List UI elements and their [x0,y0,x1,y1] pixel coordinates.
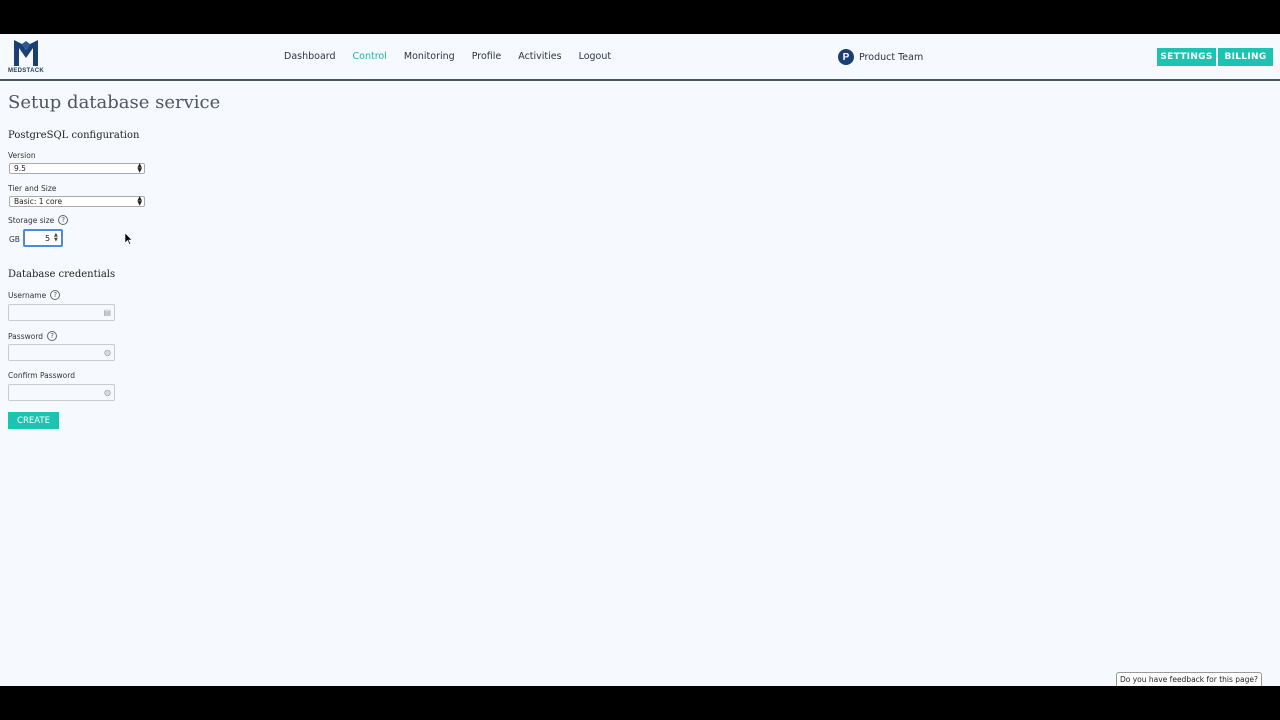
postgres-section-title: PostgreSQL configuration [8,130,140,141]
help-icon[interactable]: ? [58,215,69,225]
storage-label-text: Storage size [8,215,55,225]
select-arrows-icon: ▲ ▼ [137,195,142,207]
top-header: MEDSTACK Dashboard Control Monitoring Pr… [0,34,1280,81]
confirm-password-label: Confirm Password [8,371,75,380]
tier-label-text: Tier and Size [8,184,57,193]
key-icon: ◍ [104,388,111,397]
nav-logout[interactable]: Logout [579,51,612,62]
create-button[interactable]: CREATE [8,412,59,429]
password-label: Password ? [8,331,58,341]
page-title: Setup database service [8,92,221,113]
nav-profile[interactable]: Profile [472,51,502,62]
storage-value: 5 [45,234,51,243]
nav-activities[interactable]: Activities [518,51,561,62]
tier-label: Tier and Size [8,184,56,193]
settings-button[interactable]: SETTINGS [1157,48,1216,66]
help-icon[interactable]: ? [47,331,58,341]
team-avatar: P [838,49,854,65]
tier-value: Basic: 1 core [14,197,63,206]
spinner-icon[interactable]: ▲ ▼ [54,233,58,243]
team-switcher[interactable]: P Product Team [838,49,923,65]
version-select[interactable]: 9.5 ▲ ▼ [9,163,145,174]
password-label-text: Password [8,331,44,341]
logo-text: MEDSTACK [8,68,44,74]
tier-select[interactable]: Basic: 1 core ▲ ▼ [9,196,145,207]
version-value: 9.5 [14,164,26,173]
nav-dashboard[interactable]: Dashboard [284,51,336,62]
version-label-text: Version [8,151,36,160]
logo-mark-icon [14,40,38,66]
storage-label: Storage size ? [8,215,69,225]
confirm-password-label-text: Confirm Password [8,371,75,380]
feedback-tab[interactable]: Do you have feedback for this page? [1116,672,1262,686]
main-nav: Dashboard Control Monitoring Profile Act… [284,51,628,62]
key-icon: ◍ [104,348,111,357]
storage-unit: GB [9,235,20,244]
credentials-section-title: Database credentials [8,269,116,280]
team-name: Product Team [859,51,924,63]
version-label: Version [8,151,36,160]
medstack-logo[interactable]: MEDSTACK [8,38,44,76]
help-icon[interactable]: ? [50,290,61,300]
username-label: Username ? [8,290,61,300]
password-field[interactable]: ◍ [8,344,115,361]
select-arrows-icon: ▲ ▼ [137,162,142,174]
storage-size-input[interactable]: 5 ▲ ▼ [23,229,63,247]
nav-control[interactable]: Control [353,51,387,62]
username-label-text: Username [8,290,47,300]
nav-monitoring[interactable]: Monitoring [404,51,455,62]
billing-button[interactable]: BILLING [1218,48,1273,66]
app-window: MEDSTACK Dashboard Control Monitoring Pr… [0,34,1280,686]
mouse-cursor-icon [125,233,133,245]
username-field[interactable]: ▤ [8,304,115,321]
contact-card-icon: ▤ [103,308,111,317]
confirm-password-field[interactable]: ◍ [8,384,115,401]
